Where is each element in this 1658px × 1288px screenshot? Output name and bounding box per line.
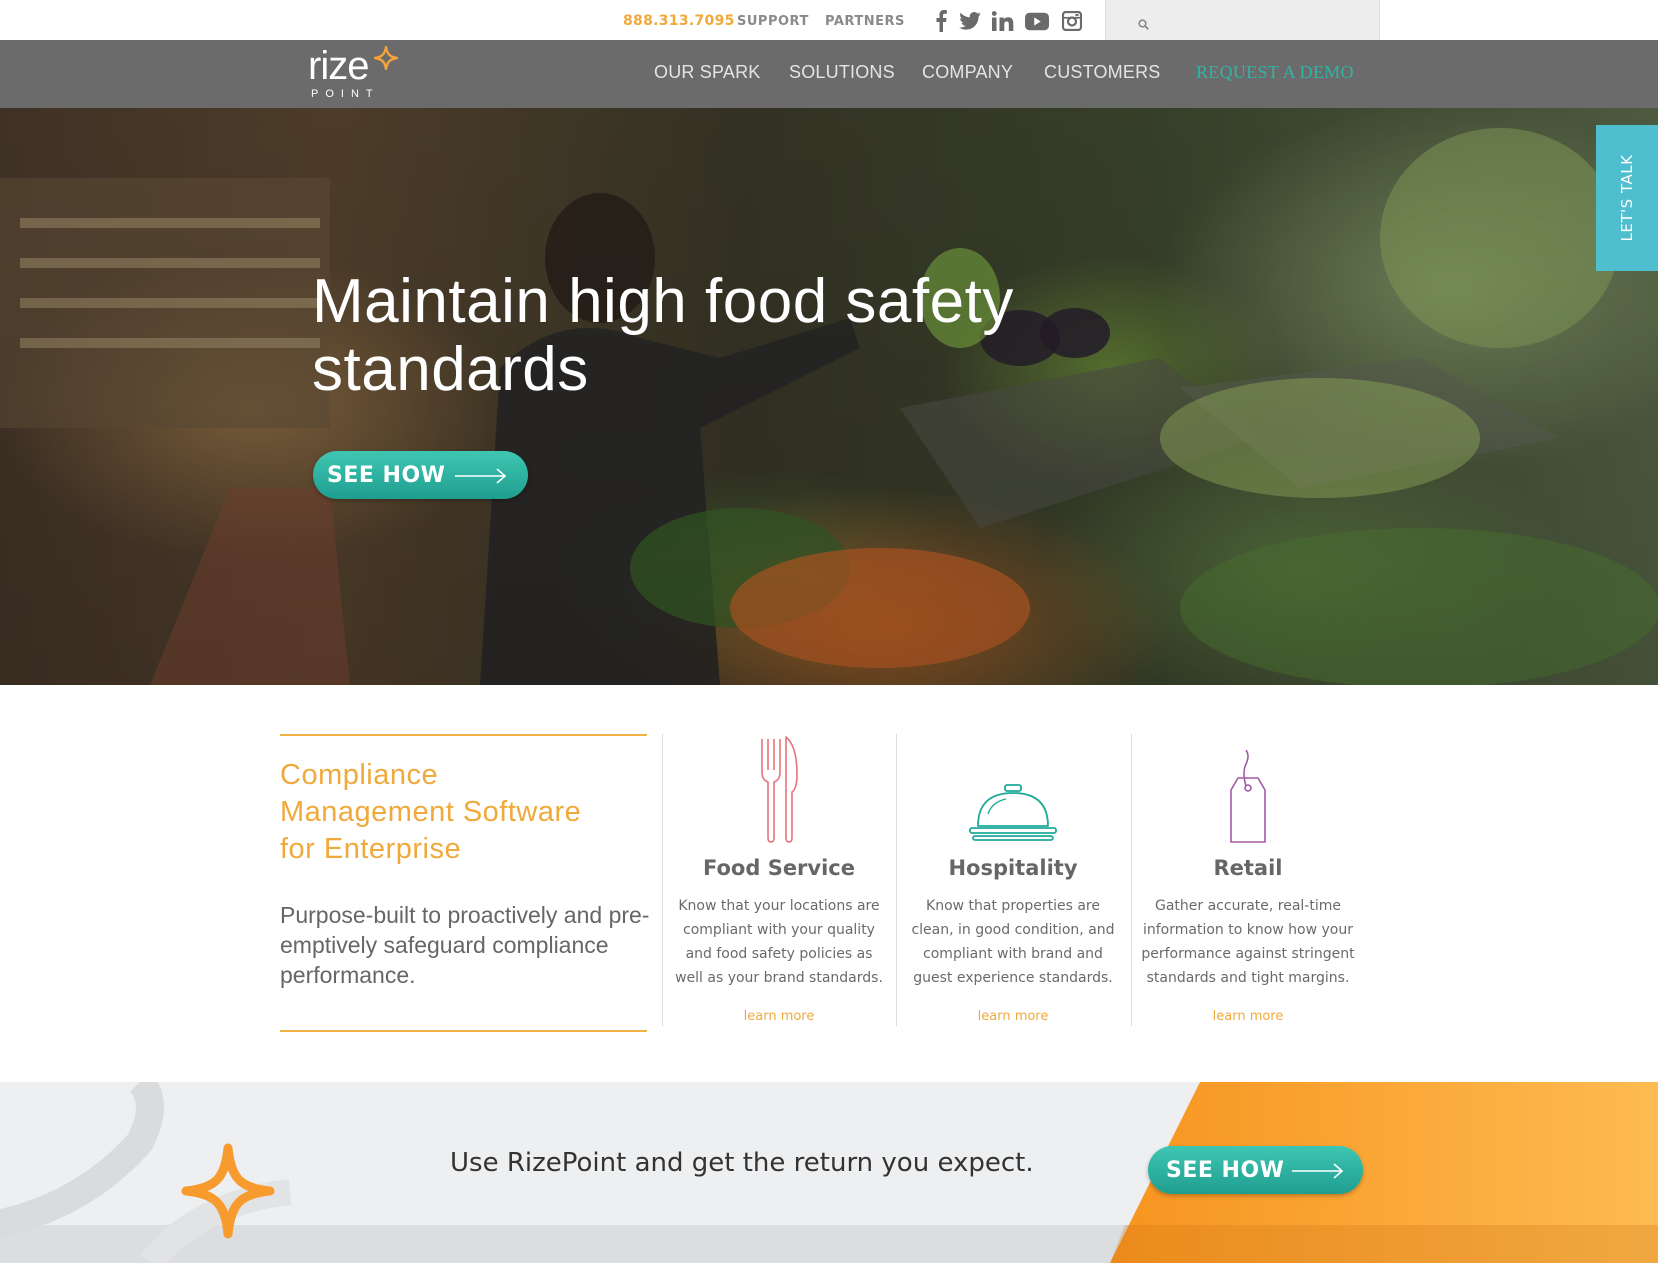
hospitality-card: Hospitality Know that properties are cle… (896, 734, 1130, 1034)
top-utility-bar: 888.313.7095 SUPPORT PARTNERS (0, 0, 1658, 40)
intro-title-line3: for Enterprise (280, 833, 462, 865)
intro-divider-top (280, 734, 647, 736)
nav-solutions[interactable]: SOLUTIONS (789, 62, 895, 83)
food-service-description: Know that your locations are compliant w… (675, 898, 883, 986)
service-bell-icon (968, 784, 1058, 848)
search-icon[interactable] (1138, 15, 1149, 34)
cta-orange-strip (1110, 1225, 1658, 1263)
hospitality-learn-more-link[interactable]: learn more (896, 1009, 1130, 1024)
lets-talk-label: LET'S TALK (1618, 154, 1636, 242)
see-how-label: SEE HOW (1166, 1158, 1285, 1183)
twitter-icon[interactable] (958, 10, 982, 32)
intro-title-line2: Management Software (280, 796, 582, 828)
facebook-icon[interactable] (929, 10, 953, 32)
arrow-right-icon (1292, 1162, 1344, 1184)
retail-description: Gather accurate, real-time information t… (1141, 898, 1355, 986)
logo-wordmark: rize (308, 44, 369, 88)
logo-subtext: POINT (311, 88, 380, 100)
search-input[interactable] (1146, 9, 1366, 31)
food-service-title: Food Service (703, 856, 855, 880)
retail-card: Retail Gather accurate, real-time inform… (1131, 734, 1365, 1034)
decorative-arcs (0, 1082, 292, 1263)
spark-star-icon (373, 45, 399, 74)
fork-knife-icon (759, 734, 799, 848)
lets-talk-tab[interactable]: LET'S TALK (1596, 125, 1658, 271)
food-service-card: Food Service Know that your locations ar… (662, 734, 896, 1034)
food-service-learn-more-link[interactable]: learn more (662, 1009, 896, 1024)
support-link[interactable]: SUPPORT (737, 14, 809, 29)
nav-company[interactable]: COMPANY (922, 62, 1013, 83)
arrow-right-icon (455, 467, 507, 489)
retail-learn-more-link[interactable]: learn more (1131, 1009, 1365, 1024)
nav-our-spark[interactable]: OUR SPARK (654, 62, 761, 83)
intro-description: Purpose-built to proactively and pre-emp… (280, 902, 650, 988)
hospitality-title: Hospitality (948, 856, 1078, 880)
hero-headline: Maintain high food safety standards (312, 268, 1212, 404)
hero-see-how-button[interactable]: SEE HOW (313, 451, 528, 499)
hero-banner: Maintain high food safety standards SEE … (0, 108, 1658, 685)
price-tag-icon (1228, 749, 1268, 850)
hero-headline-line1: Maintain high food safety (312, 267, 1014, 336)
request-demo-link[interactable]: REQUEST A DEMO (1196, 62, 1354, 83)
rizepoint-logo[interactable]: rize POINT (308, 44, 404, 104)
phone-number-link[interactable]: 888.313.7095 (623, 13, 735, 29)
intro-title-line1: Compliance (280, 759, 439, 791)
intro-title: Compliance Management Software for Enter… (280, 757, 647, 868)
partners-link[interactable]: PARTNERS (825, 14, 905, 29)
hero-headline-line2: standards (312, 335, 589, 404)
see-how-label: SEE HOW (327, 463, 446, 488)
instagram-icon[interactable] (1060, 10, 1084, 32)
intro-divider-bottom (280, 1030, 647, 1032)
retail-title: Retail (1213, 856, 1283, 880)
youtube-icon[interactable] (1025, 10, 1049, 32)
cta-see-how-button[interactable]: SEE HOW (1148, 1146, 1363, 1194)
nav-customers[interactable]: CUSTOMERS (1044, 62, 1160, 83)
cta-message: Use RizePoint and get the return you exp… (450, 1148, 1034, 1178)
linkedin-icon[interactable] (991, 10, 1015, 32)
hospitality-description: Know that properties are clean, in good … (911, 898, 1115, 986)
